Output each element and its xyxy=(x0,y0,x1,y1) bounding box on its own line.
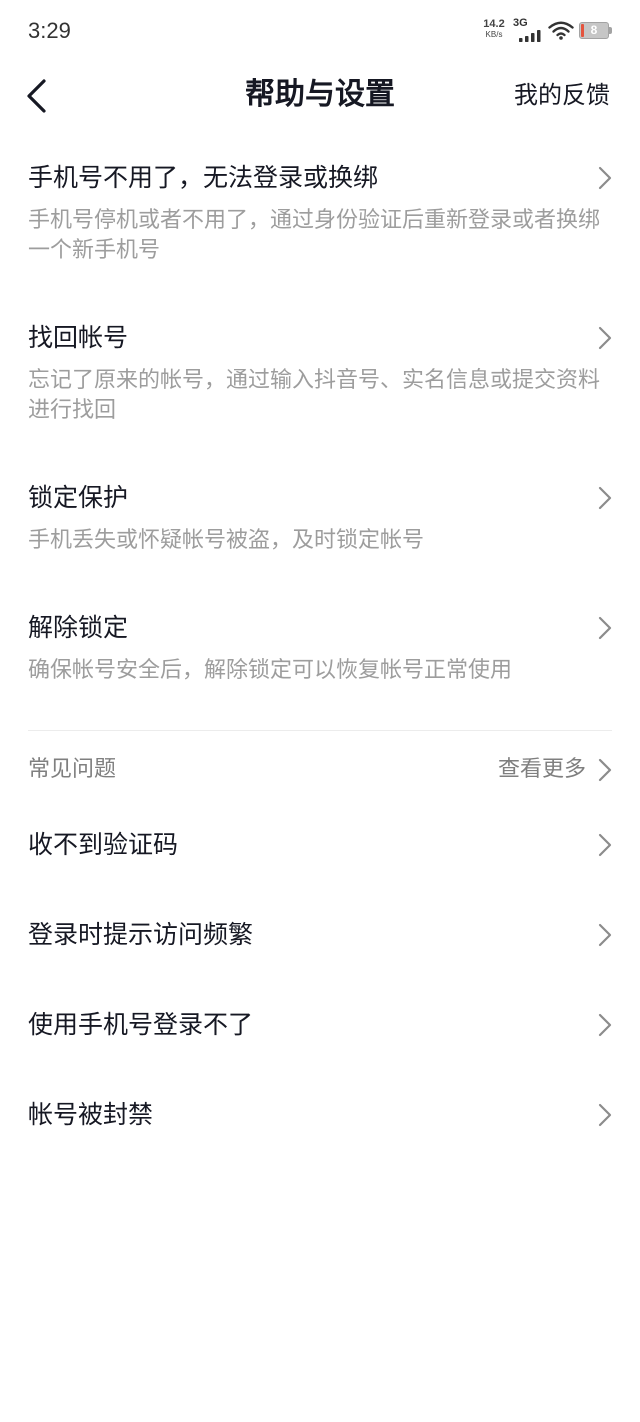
net-speed-unit: KB/s xyxy=(485,30,503,39)
chevron-left-icon xyxy=(24,78,56,114)
list-item-title: 找回帐号 xyxy=(28,323,129,352)
list-item-title: 手机号不用了，无法登录或换绑 xyxy=(28,163,379,192)
faq-item-title: 使用手机号登录不了 xyxy=(28,1010,254,1039)
faq-section-title: 常见问题 xyxy=(28,757,117,782)
net-speed-indicator: 14.2 KB/s xyxy=(480,18,508,40)
chevron-right-icon xyxy=(598,166,612,190)
status-bar: 3:29 14.2 KB/s 3G 8 xyxy=(0,0,640,62)
faq-list: 收不到验证码 登录时提示访问频繁 使用手机号登录不了 帐号被封禁 xyxy=(0,800,640,1160)
list-item-unlock[interactable]: 解除锁定 确保帐号安全后，解除锁定可以恢复帐号正常使用 xyxy=(0,582,640,712)
chevron-right-icon xyxy=(598,923,612,947)
signal-icon xyxy=(519,27,543,42)
faq-item-frequent-access[interactable]: 登录时提示访问频繁 xyxy=(0,890,640,980)
list-item-title: 锁定保护 xyxy=(28,483,129,512)
faq-item-phone-login-failed[interactable]: 使用手机号登录不了 xyxy=(0,980,640,1070)
list-item-recover-account[interactable]: 找回帐号 忘记了原来的帐号，通过输入抖音号、实名信息或提交资料进行找回 xyxy=(0,292,640,452)
faq-item-title: 帐号被封禁 xyxy=(28,1100,154,1129)
list-item-title: 解除锁定 xyxy=(28,613,129,642)
my-feedback-button[interactable]: 我的反馈 xyxy=(514,80,610,110)
wifi-icon xyxy=(548,20,574,40)
chevron-right-icon xyxy=(598,616,612,640)
net-speed-value: 14.2 xyxy=(483,18,505,30)
faq-item-title: 收不到验证码 xyxy=(28,830,179,859)
chevron-right-icon xyxy=(598,758,612,782)
view-more-label: 查看更多 xyxy=(497,757,586,782)
page-title: 帮助与设置 xyxy=(245,77,395,112)
battery-cap xyxy=(609,27,612,34)
list-item-description: 确保帐号安全后，解除锁定可以恢复帐号正常使用 xyxy=(28,658,513,683)
battery-level: 8 xyxy=(590,23,598,37)
back-button[interactable] xyxy=(24,78,56,114)
faq-item-title: 登录时提示访问频繁 xyxy=(28,920,254,949)
view-more-button[interactable]: 查看更多 xyxy=(492,750,612,790)
account-help-list: 手机号不用了，无法登录或换绑 手机号停机或者不用了，通过身份验证后重新登录或者换… xyxy=(0,132,640,1160)
chevron-right-icon xyxy=(598,1103,612,1127)
faq-item-no-verification-code[interactable]: 收不到验证码 xyxy=(0,800,640,890)
list-item-description: 手机丢失或怀疑帐号被盗，及时锁定帐号 xyxy=(28,528,425,553)
nav-header: 帮助与设置 我的反馈 xyxy=(0,62,640,130)
list-item-description: 手机号停机或者不用了，通过身份验证后重新登录或者换绑一个新手机号 xyxy=(28,208,601,263)
list-item-rebind-phone[interactable]: 手机号不用了，无法登录或换绑 手机号停机或者不用了，通过身份验证后重新登录或者换… xyxy=(0,132,640,292)
chevron-right-icon xyxy=(598,833,612,857)
faq-item-account-banned[interactable]: 帐号被封禁 xyxy=(0,1070,640,1160)
chevron-right-icon xyxy=(598,326,612,350)
faq-section-header: 常见问题 查看更多 xyxy=(0,750,640,790)
section-divider xyxy=(28,730,612,731)
status-time: 3:29 xyxy=(28,18,71,43)
battery-icon: 8 xyxy=(579,22,613,39)
chevron-right-icon xyxy=(598,486,612,510)
list-item-lock-protection[interactable]: 锁定保护 手机丢失或怀疑帐号被盗，及时锁定帐号 xyxy=(0,452,640,582)
chevron-right-icon xyxy=(598,1013,612,1037)
list-item-description: 忘记了原来的帐号，通过输入抖音号、实名信息或提交资料进行找回 xyxy=(28,368,601,423)
